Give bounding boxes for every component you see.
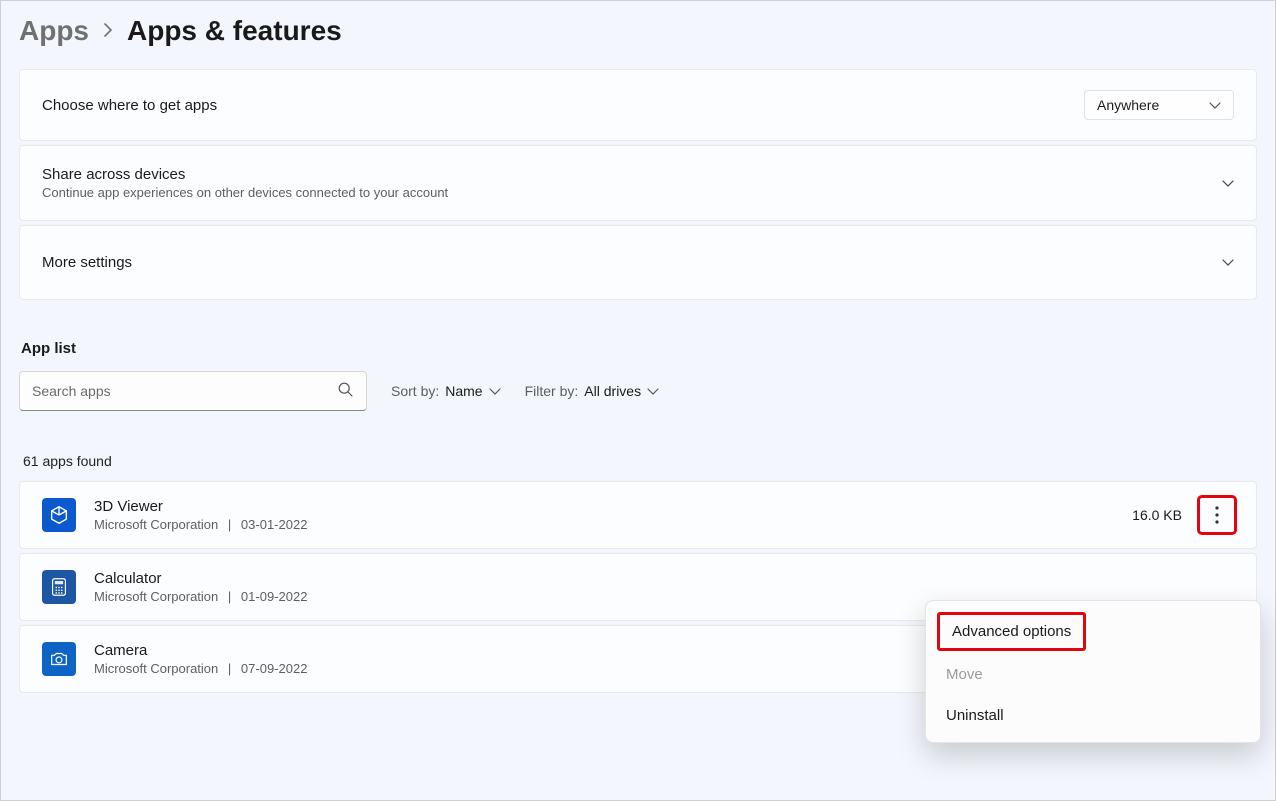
app-row: 3D Viewer Microsoft Corporation | 03-01-… xyxy=(19,481,1257,549)
app-publisher: Microsoft Corporation xyxy=(94,517,218,532)
chevron-down-icon xyxy=(1222,177,1234,189)
card-app-source-title: Choose where to get apps xyxy=(42,97,1084,114)
card-share-devices[interactable]: Share across devices Continue app experi… xyxy=(19,145,1257,221)
search-icon xyxy=(338,382,353,400)
app-date: 03-01-2022 xyxy=(241,517,308,532)
card-app-source: Choose where to get apps Anywhere xyxy=(19,69,1257,141)
search-input[interactable] xyxy=(19,371,367,411)
card-share-title: Share across devices xyxy=(42,166,1222,183)
app-date: 07-09-2022 xyxy=(241,661,308,676)
context-advanced-options[interactable]: Advanced options xyxy=(938,613,1085,650)
app-source-dropdown[interactable]: Anywhere xyxy=(1084,90,1234,120)
app-icon-camera xyxy=(42,642,76,676)
breadcrumb-parent[interactable]: Apps xyxy=(19,15,89,47)
app-source-value: Anywhere xyxy=(1097,97,1159,113)
app-size: 16.0 KB xyxy=(1132,507,1182,523)
filter-by-label: Filter by: xyxy=(525,383,579,399)
breadcrumb-current: Apps & features xyxy=(127,15,342,47)
filter-by-dropdown[interactable]: Filter by: All drives xyxy=(525,383,659,399)
app-publisher: Microsoft Corporation xyxy=(94,661,218,676)
card-share-sub: Continue app experiences on other device… xyxy=(42,185,1222,200)
card-more-title: More settings xyxy=(42,254,1222,271)
chevron-down-icon xyxy=(1222,257,1234,269)
chevron-down-icon xyxy=(489,385,501,397)
chevron-down-icon xyxy=(647,385,659,397)
app-context-menu: Advanced options Move Uninstall xyxy=(925,600,1261,743)
app-icon-3dviewer xyxy=(42,498,76,532)
sort-by-dropdown[interactable]: Sort by: Name xyxy=(391,383,501,399)
filter-by-value: All drives xyxy=(584,383,641,399)
sort-by-value: Name xyxy=(445,383,482,399)
app-count-label: 61 apps found xyxy=(23,453,1257,469)
app-sub: Microsoft Corporation | 03-01-2022 xyxy=(94,517,1132,532)
app-publisher: Microsoft Corporation xyxy=(94,589,218,604)
breadcrumb: Apps Apps & features xyxy=(19,11,1257,47)
app-list-toolbar: Sort by: Name Filter by: All drives xyxy=(19,371,1257,411)
app-name: 3D Viewer xyxy=(94,498,1132,515)
app-date: 01-09-2022 xyxy=(241,589,308,604)
chevron-right-icon xyxy=(103,21,113,42)
app-list-heading: App list xyxy=(21,340,1257,357)
app-name: Calculator xyxy=(94,570,1182,587)
chevron-down-icon xyxy=(1209,99,1221,111)
context-uninstall[interactable]: Uninstall xyxy=(926,695,1260,736)
sort-by-label: Sort by: xyxy=(391,383,439,399)
app-more-button[interactable] xyxy=(1200,498,1234,532)
app-icon-calculator xyxy=(42,570,76,604)
context-move: Move xyxy=(926,654,1260,695)
card-more-settings[interactable]: More settings xyxy=(19,225,1257,300)
